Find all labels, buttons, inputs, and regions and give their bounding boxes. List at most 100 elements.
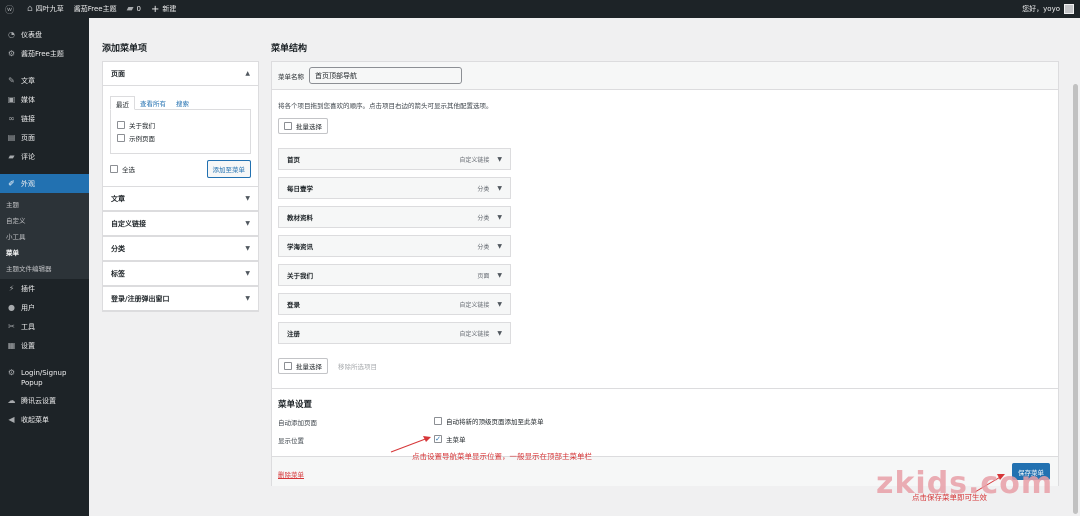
- pages-accordion-header[interactable]: 页面 ▲: [103, 62, 258, 86]
- divider: [272, 388, 1058, 389]
- sidebar-item-tencent-cloud[interactable]: ☁ 腾讯云设置: [0, 391, 89, 410]
- menu-item-row[interactable]: 学海资讯 分类 ▼: [278, 235, 511, 257]
- page-scrollbar[interactable]: [1071, 18, 1080, 516]
- add-items-title: 添加菜单项: [102, 44, 148, 54]
- menu-item-row[interactable]: 每日壹学 分类 ▼: [278, 177, 511, 199]
- submenu-theme-editor[interactable]: 主题文件编辑器: [0, 260, 89, 276]
- checkbox-about[interactable]: [117, 120, 125, 129]
- pages-list: 关于我们 示例页面: [110, 110, 251, 154]
- sidebar-item-settings[interactable]: ▦ 设置: [0, 336, 89, 355]
- chevron-down-icon: ▼: [245, 195, 250, 202]
- select-all-checkbox[interactable]: [110, 165, 118, 173]
- site-name-link[interactable]: ⌂ 四叶九草: [22, 0, 69, 18]
- pages-tabs: 最近 查看所有 搜索: [110, 96, 251, 110]
- add-to-menu-button[interactable]: 添加至菜单: [206, 160, 251, 178]
- theme-link[interactable]: 酱茄Free主题: [69, 0, 122, 18]
- admin-bar: ⓦ ⌂ 四叶九草 酱茄Free主题 ▰ 0 + 新建 您好，yoyo: [0, 0, 1080, 18]
- bulk-select-bottom[interactable]: 批量选择: [278, 358, 328, 374]
- submenu-customize[interactable]: 自定义: [0, 212, 89, 228]
- chevron-down-icon[interactable]: ▼: [497, 330, 502, 337]
- settings-icon: ▦: [7, 341, 16, 350]
- sidebar-item-tools[interactable]: ✂ 工具: [0, 317, 89, 336]
- menu-item-row[interactable]: 首页 自定义链接 ▼: [278, 148, 511, 170]
- chevron-down-icon: ▼: [245, 270, 250, 277]
- sidebar-item-pages[interactable]: ▤ 页面: [0, 128, 89, 147]
- wordpress-icon: ⓦ: [5, 5, 15, 16]
- chevron-down-icon[interactable]: ▼: [497, 214, 502, 221]
- cloud-icon: ☁: [7, 396, 16, 405]
- custom-links-accordion[interactable]: 自定义链接 ▼: [102, 212, 259, 237]
- categories-accordion[interactable]: 分类 ▼: [102, 237, 259, 262]
- menu-item-row[interactable]: 登录 自定义链接 ▼: [278, 293, 511, 315]
- chevron-down-icon[interactable]: ▼: [497, 272, 502, 279]
- display-location-option: ✓ 主菜单: [434, 435, 466, 444]
- chevron-down-icon[interactable]: ▼: [497, 156, 502, 163]
- greeting: 您好，yoyo: [1022, 5, 1060, 13]
- sidebar-item-login-popup[interactable]: ⚙ Login/Signup Popup: [0, 363, 89, 391]
- login-popup-accordion[interactable]: 登录/注册弹出窗口 ▼: [102, 287, 259, 312]
- scroll-thumb[interactable]: [1073, 84, 1078, 514]
- menu-structure-panel: 菜单名称 首页顶部导航 将各个项目拖到您喜欢的顺序。点击项目右边的箭头可显示其他…: [271, 61, 1059, 486]
- posts-accordion[interactable]: 文章 ▼: [102, 187, 259, 212]
- comment-icon: ▰: [126, 4, 134, 14]
- bulk-select-top[interactable]: 批量选择: [278, 118, 328, 134]
- menu-name-row: 菜单名称 首页顶部导航: [272, 62, 1058, 90]
- new-content-link[interactable]: + 新建: [146, 0, 181, 18]
- sidebar-item-links[interactable]: ∞ 链接: [0, 109, 89, 128]
- chevron-down-icon[interactable]: ▼: [497, 243, 502, 250]
- sidebar-item-collapse[interactable]: ◀ 收起菜单: [0, 410, 89, 429]
- page-icon: ▤: [7, 133, 16, 142]
- tab-view-all[interactable]: 查看所有: [135, 96, 171, 109]
- sidebar-item-users[interactable]: ● 用户: [0, 298, 89, 317]
- sidebar-item-jiangqie[interactable]: ⚙ 酱茄Free主题: [0, 44, 89, 63]
- home-icon: ⌂: [27, 4, 33, 14]
- menu-name-label: 菜单名称: [278, 72, 304, 81]
- delete-menu-link[interactable]: 删除菜单: [278, 469, 304, 479]
- auto-add-checkbox[interactable]: [434, 417, 442, 425]
- bulk-select-checkbox[interactable]: [284, 362, 292, 370]
- appearance-submenu: 主题 自定义 小工具 菜单 主题文件编辑器: [0, 193, 89, 279]
- account-menu[interactable]: 您好，yoyo: [1022, 4, 1080, 14]
- brush-icon: ✐: [8, 179, 15, 188]
- avatar: [1064, 4, 1074, 14]
- menu-settings-title: 菜单设置: [278, 400, 313, 410]
- list-item: 示例页面: [117, 131, 244, 144]
- menu-item-row[interactable]: 教材资料 分类 ▼: [278, 206, 511, 228]
- submenu-widgets[interactable]: 小工具: [0, 228, 89, 244]
- wrench-icon: ✂: [8, 322, 15, 331]
- wp-logo[interactable]: ⓦ: [0, 0, 22, 18]
- link-icon: ∞: [8, 114, 15, 123]
- auto-add-option: 自动将新的顶级页面添加至此菜单: [434, 416, 544, 426]
- sidebar-item-plugins[interactable]: ⚡ 插件: [0, 279, 89, 298]
- sidebar-item-dashboard[interactable]: ◔ 仪表盘: [0, 25, 89, 44]
- display-location-label: 显示位置: [278, 437, 304, 445]
- chevron-down-icon[interactable]: ▼: [497, 301, 502, 308]
- sidebar-item-media[interactable]: ▣ 媒体: [0, 90, 89, 109]
- chevron-down-icon: ▼: [245, 220, 250, 227]
- remove-selected-link[interactable]: 移除所选项目: [338, 361, 377, 371]
- gear-icon: ⚙: [7, 49, 16, 58]
- sidebar-item-posts[interactable]: ✎ 文章: [0, 71, 89, 90]
- menu-item-row[interactable]: 关于我们 页面 ▼: [278, 264, 511, 286]
- submenu-menus[interactable]: 菜单: [0, 244, 89, 260]
- dashboard-icon: ◔: [8, 30, 15, 39]
- menu-item-row[interactable]: 注册 自定义链接 ▼: [278, 322, 511, 344]
- sidebar-item-comments[interactable]: ▰ 评论: [0, 147, 89, 166]
- primary-menu-checkbox[interactable]: ✓: [434, 435, 442, 443]
- menu-structure-title: 菜单结构: [271, 44, 308, 54]
- tags-accordion[interactable]: 标签 ▼: [102, 262, 259, 287]
- tab-recent[interactable]: 最近: [110, 96, 135, 110]
- tab-search[interactable]: 搜索: [171, 96, 194, 109]
- chevron-down-icon[interactable]: ▼: [497, 185, 502, 192]
- comments-link[interactable]: ▰ 0: [122, 0, 146, 18]
- chevron-down-icon: ▼: [245, 295, 250, 302]
- sidebar-item-appearance[interactable]: ✐ 外观: [0, 174, 89, 193]
- plugin-icon: ⚡: [8, 284, 15, 293]
- comment-icon: ▰: [8, 152, 15, 161]
- instructions-text: 将各个项目拖到您喜欢的顺序。点击项目右边的箭头可显示其他配置选项。: [278, 102, 493, 110]
- checkbox-sample-page[interactable]: [117, 133, 125, 142]
- admin-sidebar: ◔ 仪表盘 ⚙ 酱茄Free主题 ✎ 文章 ▣ 媒体 ∞ 链接 ▤ 页面 ▰ 评论 ✐ 外观 主…: [0, 18, 89, 516]
- menu-name-input[interactable]: 首页顶部导航: [309, 67, 462, 84]
- submenu-themes[interactable]: 主题: [0, 196, 89, 212]
- bulk-select-checkbox[interactable]: [284, 122, 292, 130]
